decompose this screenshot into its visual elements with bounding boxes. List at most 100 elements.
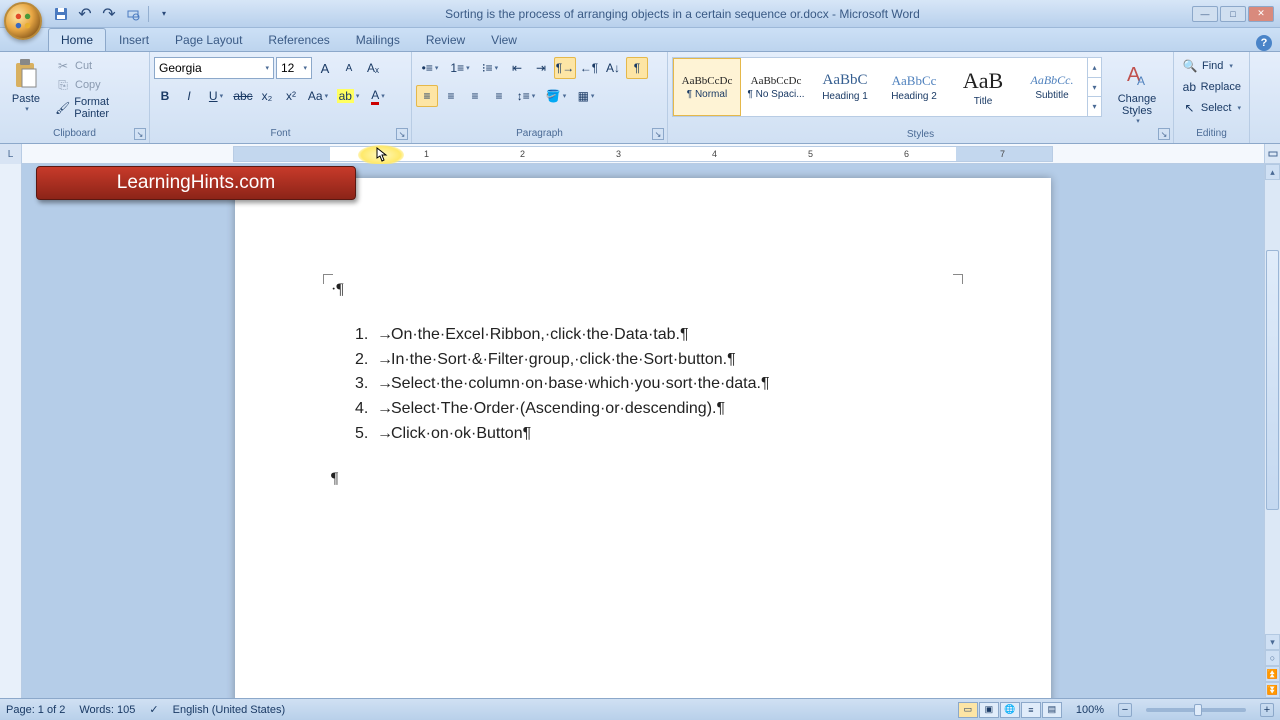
zoom-out-button[interactable]: − — [1118, 703, 1132, 717]
bold-button[interactable]: B — [154, 85, 176, 107]
grow-font-button[interactable]: A — [314, 57, 336, 79]
style-normal[interactable]: AaBbCcDc¶ Normal — [673, 58, 741, 116]
underline-button[interactable]: U▾ — [202, 85, 230, 107]
increase-indent-button[interactable]: ⇥ — [530, 57, 552, 79]
view-outline[interactable]: ≡ — [1021, 702, 1041, 718]
replace-button[interactable]: abReplace — [1178, 78, 1245, 96]
vertical-scrollbar[interactable]: ▴ ▾ ○ ⏫ ⏬ — [1264, 164, 1280, 698]
ltr-button[interactable]: ¶→ — [554, 57, 576, 79]
find-button[interactable]: 🔍Find▾ — [1178, 57, 1245, 75]
style-subtitle[interactable]: AaBbCc.Subtitle — [1018, 58, 1086, 116]
office-button[interactable] — [4, 2, 42, 40]
zoom-in-button[interactable]: + — [1260, 703, 1274, 717]
font-size-combo[interactable]: 12▾ — [276, 57, 312, 79]
style-heading-2[interactable]: AaBbCcHeading 2 — [880, 58, 948, 116]
paste-button[interactable]: Paste ▾ — [4, 57, 48, 115]
shrink-font-icon: A — [346, 63, 353, 74]
clipboard-dialog-launcher[interactable]: ↘ — [134, 128, 146, 140]
decrease-indent-button[interactable]: ⇤ — [506, 57, 528, 79]
view-web-layout[interactable]: 🌐 — [1000, 702, 1020, 718]
paragraph-dialog-launcher[interactable]: ↘ — [652, 128, 664, 140]
view-draft[interactable]: ▤ — [1042, 702, 1062, 718]
cut-button[interactable]: ✂Cut — [51, 57, 145, 75]
clear-formatting-icon: Aₓ — [367, 61, 379, 75]
show-hide-button[interactable]: ¶ — [626, 57, 648, 79]
tab-references[interactable]: References — [255, 28, 342, 51]
align-left-button[interactable]: ≡ — [416, 85, 438, 107]
subscript-button[interactable]: x₂ — [256, 85, 278, 107]
status-page[interactable]: Page: 1 of 2 — [6, 704, 65, 716]
bullets-button[interactable]: •≡▾ — [416, 57, 444, 79]
tab-home[interactable]: Home — [48, 28, 106, 51]
horizontal-ruler[interactable]: 1 2 3 4 5 6 7 — [22, 144, 1264, 163]
format-painter-button[interactable]: 🖌Format Painter — [51, 95, 145, 121]
borders-button[interactable]: ▦▾ — [572, 85, 600, 107]
line-spacing-button[interactable]: ↕≡▾ — [512, 85, 540, 107]
superscript-button[interactable]: x² — [280, 85, 302, 107]
strikethrough-button[interactable]: abc — [232, 85, 254, 107]
sort-button[interactable]: A↓ — [602, 57, 624, 79]
bullets-icon: •≡ — [422, 61, 433, 75]
change-styles-button[interactable]: AA Change Styles ▾ — [1105, 57, 1169, 127]
styles-expand[interactable]: ▾ — [1088, 97, 1101, 116]
style-title[interactable]: AaBTitle — [949, 58, 1017, 116]
scroll-up-button[interactable]: ▴ — [1265, 164, 1280, 180]
qat-customize[interactable]: ▾ — [155, 5, 173, 23]
tab-view[interactable]: View — [478, 28, 530, 51]
multilevel-list-button[interactable]: ⁝≡▾ — [476, 57, 504, 79]
copy-button[interactable]: ⎘Copy — [51, 76, 145, 94]
minimize-button[interactable]: — — [1192, 6, 1218, 22]
clipboard-group-label: Clipboard — [4, 126, 145, 141]
font-dialog-launcher[interactable]: ↘ — [396, 128, 408, 140]
rtl-button[interactable]: ←¶ — [578, 57, 600, 79]
tab-page-layout[interactable]: Page Layout — [162, 28, 255, 51]
change-case-button[interactable]: Aa▾ — [304, 85, 332, 107]
tab-insert[interactable]: Insert — [106, 28, 162, 51]
status-proofing-icon[interactable]: ✓ — [149, 703, 158, 716]
print-preview-button[interactable] — [124, 5, 142, 23]
justify-button[interactable]: ≡ — [488, 85, 510, 107]
help-button[interactable]: ? — [1256, 35, 1272, 51]
style-no-spacing[interactable]: AaBbCcDc¶ No Spaci... — [742, 58, 810, 116]
ruler-toggle-button[interactable] — [1264, 144, 1280, 163]
shading-button[interactable]: 🪣▾ — [542, 85, 570, 107]
view-print-layout[interactable]: ▭ — [958, 702, 978, 718]
style-heading-1[interactable]: AaBbCHeading 1 — [811, 58, 879, 116]
status-language[interactable]: English (United States) — [173, 704, 286, 716]
italic-button[interactable]: I — [178, 85, 200, 107]
zoom-slider-thumb[interactable] — [1194, 704, 1202, 716]
styles-scroll-up[interactable]: ▴ — [1088, 58, 1101, 78]
styles-scroll-down[interactable]: ▾ — [1088, 78, 1101, 98]
redo-button[interactable]: ↷ — [100, 5, 118, 23]
align-right-button[interactable]: ≡ — [464, 85, 486, 107]
scroll-track[interactable] — [1265, 180, 1280, 634]
vertical-ruler[interactable] — [0, 164, 22, 698]
page-current[interactable]: ·¶ 1.→On·the·Excel·Ribbon,·click·the·Dat… — [235, 178, 1051, 698]
scroll-down-button[interactable]: ▾ — [1265, 634, 1280, 650]
close-button[interactable]: ✕ — [1248, 6, 1274, 22]
page-container[interactable]: ·¶ 1.→On·the·Excel·Ribbon,·click·the·Dat… — [22, 164, 1264, 698]
maximize-button[interactable]: □ — [1220, 6, 1246, 22]
tab-mailings[interactable]: Mailings — [343, 28, 413, 51]
align-center-button[interactable]: ≡ — [440, 85, 462, 107]
font-color-button[interactable]: A▾ — [364, 85, 392, 107]
zoom-level[interactable]: 100% — [1076, 704, 1104, 716]
save-button[interactable] — [52, 5, 70, 23]
next-page-button[interactable]: ⏬ — [1265, 682, 1280, 698]
highlight-button[interactable]: ab▾ — [334, 85, 362, 107]
styles-dialog-launcher[interactable]: ↘ — [1158, 128, 1170, 140]
select-button[interactable]: ↖Select▾ — [1178, 99, 1245, 117]
zoom-slider[interactable] — [1146, 708, 1246, 712]
numbering-button[interactable]: 1≡▾ — [446, 57, 474, 79]
clear-formatting-button[interactable]: Aₓ — [362, 57, 384, 79]
font-name-combo[interactable]: Georgia▾ — [154, 57, 274, 79]
undo-button[interactable]: ↶ — [76, 5, 94, 23]
shrink-font-button[interactable]: A — [338, 57, 360, 79]
status-words[interactable]: Words: 105 — [79, 704, 135, 716]
view-full-screen[interactable]: ▣ — [979, 702, 999, 718]
tab-review[interactable]: Review — [413, 28, 478, 51]
browse-object-button[interactable]: ○ — [1265, 650, 1280, 666]
previous-page-button[interactable]: ⏫ — [1265, 666, 1280, 682]
tab-selector-button[interactable]: L — [0, 144, 22, 164]
scroll-thumb[interactable] — [1266, 250, 1279, 510]
